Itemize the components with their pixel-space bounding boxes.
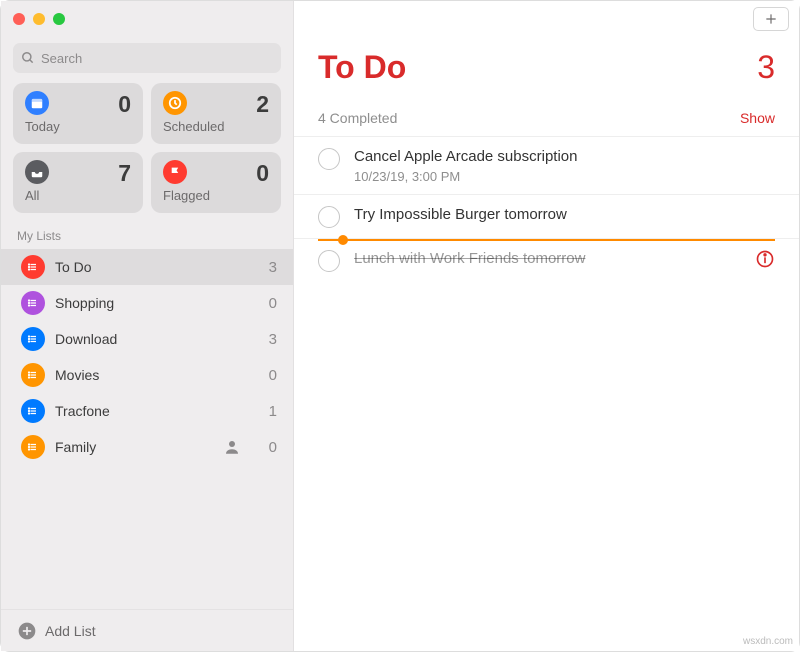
todo-title: Try Impossible Burger tomorrow	[354, 205, 567, 225]
inbox-icon	[25, 160, 49, 184]
list-bullet-icon	[21, 399, 45, 423]
todo-item[interactable]: Lunch with Work Friends tomorrow	[294, 238, 799, 282]
sidebar: Search 0 Today 2 Scheduled	[1, 1, 294, 651]
list-name: Shopping	[55, 295, 245, 311]
list-name: Download	[55, 331, 245, 347]
complete-radio[interactable]	[318, 206, 340, 228]
flag-icon	[163, 160, 187, 184]
add-list-label: Add List	[45, 623, 96, 639]
clock-icon	[163, 91, 187, 115]
list-name: Movies	[55, 367, 245, 383]
smart-today-count: 0	[118, 91, 131, 118]
shared-icon	[223, 438, 241, 456]
completed-row: 4 Completed Show	[294, 106, 799, 136]
list-item[interactable]: Download 3	[1, 321, 293, 357]
smart-flagged[interactable]: 0 Flagged	[151, 152, 281, 213]
smart-all-label: All	[25, 188, 131, 203]
complete-radio[interactable]	[318, 148, 340, 170]
smart-all-count: 7	[118, 160, 131, 187]
list-name: Family	[55, 439, 213, 455]
list-item[interactable]: Tracfone 1	[1, 393, 293, 429]
watermark: wsxdn.com	[743, 636, 793, 647]
calendar-icon	[25, 91, 49, 115]
list-bullet-icon	[21, 363, 45, 387]
search-input[interactable]: Search	[13, 43, 281, 73]
list-bullet-icon	[21, 255, 45, 279]
main-panel: To Do 3 4 Completed Show Cancel Apple Ar…	[294, 1, 799, 651]
window-titlebar	[1, 1, 293, 37]
add-reminder-button[interactable]	[753, 7, 789, 31]
todo-item[interactable]: Cancel Apple Arcade subscription 10/23/19…	[294, 136, 799, 194]
minimize-icon[interactable]	[33, 13, 45, 25]
list-count: 3	[255, 259, 277, 276]
my-lists-label: My Lists	[1, 225, 293, 249]
list-item[interactable]: Family 0	[1, 429, 293, 465]
list-count: 0	[255, 439, 277, 456]
list-item[interactable]: Movies 0	[1, 357, 293, 393]
list-bullet-icon	[21, 327, 45, 351]
main-toolbar	[294, 1, 799, 37]
show-completed-button[interactable]: Show	[740, 110, 775, 126]
search-icon	[21, 51, 35, 65]
completed-label: 4 Completed	[318, 110, 397, 126]
smart-all[interactable]: 7 All	[13, 152, 143, 213]
list-item[interactable]: To Do 3	[1, 249, 293, 285]
drag-insertion-line	[318, 239, 775, 241]
smart-today[interactable]: 0 Today	[13, 83, 143, 144]
list-item[interactable]: Shopping 0	[1, 285, 293, 321]
close-icon[interactable]	[13, 13, 25, 25]
add-list-button[interactable]: Add List	[1, 609, 293, 651]
drag-handle-icon	[338, 235, 348, 245]
todo-list: Cancel Apple Arcade subscription 10/23/19…	[294, 136, 799, 282]
smart-scheduled-count: 2	[256, 91, 269, 118]
plus-circle-icon	[17, 621, 37, 641]
smart-flagged-label: Flagged	[163, 188, 269, 203]
maximize-icon[interactable]	[53, 13, 65, 25]
info-icon[interactable]	[755, 249, 775, 269]
list-count: 3	[255, 331, 277, 348]
smart-scheduled[interactable]: 2 Scheduled	[151, 83, 281, 144]
smart-lists: 0 Today 2 Scheduled 7 All	[1, 83, 293, 225]
page-count: 3	[757, 49, 775, 86]
todo-subtitle: 10/23/19, 3:00 PM	[354, 169, 577, 184]
search-placeholder: Search	[41, 51, 82, 66]
todo-item[interactable]: Try Impossible Burger tomorrow	[294, 194, 799, 238]
list-count: 1	[255, 403, 277, 420]
main-header: To Do 3	[294, 37, 799, 106]
smart-today-label: Today	[25, 119, 131, 134]
list-bullet-icon	[21, 291, 45, 315]
plus-icon	[764, 12, 778, 26]
list-count: 0	[255, 367, 277, 384]
todo-title: Lunch with Work Friends tomorrow	[354, 249, 585, 269]
smart-flagged-count: 0	[256, 160, 269, 187]
list-bullet-icon	[21, 435, 45, 459]
list-count: 0	[255, 295, 277, 312]
todo-title: Cancel Apple Arcade subscription	[354, 147, 577, 167]
smart-scheduled-label: Scheduled	[163, 119, 269, 134]
list-name: Tracfone	[55, 403, 245, 419]
page-title: To Do	[318, 49, 406, 86]
lists: To Do 3 Shopping 0 Download 3 Movies 0 Tracfone 1…	[1, 249, 293, 609]
list-name: To Do	[55, 259, 245, 275]
complete-radio[interactable]	[318, 250, 340, 272]
